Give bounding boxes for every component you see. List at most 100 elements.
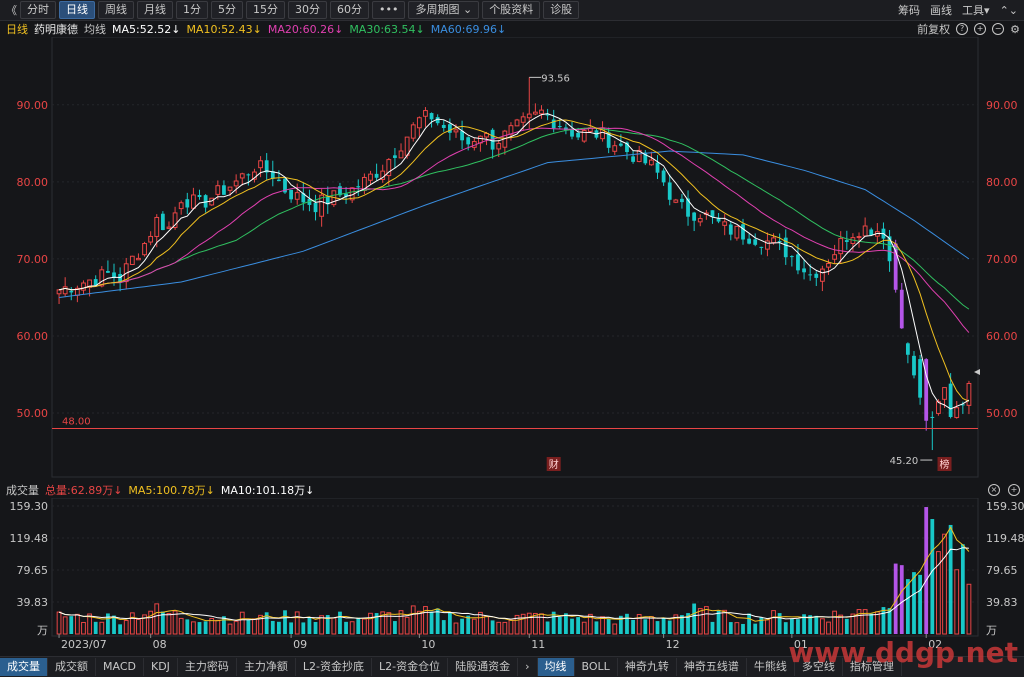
candle-body	[576, 132, 581, 138]
candle-body	[869, 229, 874, 236]
volume-ma5: MA5:100.78万↓	[128, 484, 215, 497]
indicator-tab-13[interactable]: 神奇五线谱	[677, 658, 747, 676]
volume-bar	[460, 618, 464, 634]
period-button-4[interactable]: 1分	[176, 1, 208, 19]
candle-body	[227, 186, 233, 191]
volume-bar	[789, 618, 794, 634]
volume-tick-right: 159.30	[986, 500, 1024, 513]
indicator-tab-10[interactable]: 均线	[537, 658, 575, 676]
indicator-tab-11[interactable]: BOLL	[575, 658, 618, 676]
period-button-3[interactable]: 月线	[137, 1, 173, 19]
volume-ma5-line	[58, 526, 970, 622]
volume-bar	[490, 620, 495, 634]
period-button-8[interactable]: 60分	[330, 1, 369, 19]
toolbar-right-2[interactable]: 工具▾	[962, 2, 990, 18]
volume-bar	[301, 622, 306, 634]
indicator-tab-0[interactable]: 成交量	[0, 658, 48, 676]
ma5-line	[58, 113, 970, 410]
volume-bar	[728, 622, 733, 634]
adjust-button[interactable]: 前复权	[917, 21, 950, 37]
volume-bar	[966, 583, 972, 635]
indicator-tab-8[interactable]: 陆股通资金	[448, 658, 519, 676]
candle-body	[313, 202, 318, 213]
period-button-0[interactable]: 分时	[20, 1, 56, 19]
indicator-tab-9[interactable]: ›	[518, 658, 538, 676]
financial-report-marker[interactable]: 财	[549, 458, 559, 471]
indicator-tab-12[interactable]: 神奇九转	[618, 658, 677, 676]
period-button-10[interactable]: 多周期图 ⌄	[408, 1, 480, 19]
candle-body	[612, 145, 618, 152]
candle-body	[466, 137, 471, 145]
avg-line-label[interactable]: 均线	[84, 21, 106, 37]
volume-bar	[924, 507, 929, 634]
volume-bar	[545, 621, 550, 634]
chart-frame	[51, 37, 979, 478]
period-button-9[interactable]: •••	[372, 1, 406, 19]
indicator-tab-2[interactable]: MACD	[96, 658, 144, 676]
candlestick-chart[interactable]: 90.00 90.00 80.00 80.00 70.00 70.00 60.00 60.00…	[0, 37, 1024, 482]
candle-body	[526, 113, 532, 119]
x-axis-label: 2023/07	[61, 638, 107, 651]
volume-bar	[777, 613, 782, 634]
indicator-tab-1[interactable]: 成交额	[48, 658, 96, 676]
toolbar-right-3[interactable]: ⌃⌄	[1000, 4, 1018, 17]
volume-bar	[178, 617, 184, 635]
toolbar-right-0[interactable]: 筹码	[898, 2, 920, 18]
volume-bar	[239, 611, 245, 635]
volume-bar	[532, 612, 538, 635]
indicator-tab-7[interactable]: L2-资金仓位	[372, 658, 449, 676]
ranking-marker[interactable]: 榜	[940, 458, 950, 471]
candle-body	[258, 160, 263, 169]
ma20-value: MA20:60.26↓	[267, 22, 344, 36]
indicator-tab-6[interactable]: L2-资金抄底	[296, 658, 373, 676]
candle-body	[759, 246, 764, 248]
current-price-pointer	[974, 369, 980, 375]
close-icon[interactable]: ×	[988, 484, 1000, 496]
period-button-5[interactable]: 5分	[211, 1, 243, 19]
candle-body	[728, 224, 733, 235]
price-tick-right: 70.00	[986, 253, 1018, 266]
period-button-2[interactable]: 周线	[98, 1, 134, 19]
candle-body	[142, 243, 147, 256]
period-button-7[interactable]: 30分	[288, 1, 327, 19]
x-axis-label: 12	[666, 638, 680, 651]
zoom-in-icon[interactable]: +	[974, 23, 987, 35]
indicator-tab-3[interactable]: KDJ	[144, 658, 178, 676]
settings-icon[interactable]: ⚙	[1010, 23, 1020, 36]
volume-bar	[832, 610, 837, 635]
volume-bar	[661, 617, 666, 634]
volume-chart[interactable]: 159.30 159.30 119.48 119.48 79.65 79.65 39.83 3…	[0, 498, 1024, 654]
ma30-line	[58, 127, 970, 310]
price-tick-left: 80.00	[17, 176, 49, 189]
period-button-12[interactable]: 诊股	[543, 1, 580, 19]
volume-bar	[93, 621, 98, 634]
volume-bar	[948, 524, 953, 634]
period-button-11[interactable]: 个股资料	[482, 1, 541, 19]
add-icon[interactable]: +	[1008, 484, 1020, 496]
ma5-value: MA5:52.52↓	[112, 22, 181, 36]
indicator-tab-4[interactable]: 主力密码	[178, 658, 237, 676]
candle-body	[246, 174, 251, 176]
zoom-out-icon[interactable]: −	[992, 23, 1005, 35]
volume-tick-left: 79.65	[17, 564, 49, 577]
toolbar-right-1[interactable]: 画线	[930, 2, 952, 18]
candle-body	[771, 237, 776, 244]
volume-bar	[570, 618, 574, 634]
period-button-1[interactable]: 日线	[59, 1, 95, 19]
volume-bar	[203, 621, 208, 634]
period-button-6[interactable]: 15分	[246, 1, 285, 19]
candle-body	[802, 268, 806, 273]
back-icon[interactable]: 《	[6, 2, 17, 18]
candle-body	[398, 150, 404, 159]
volume-bar	[954, 569, 960, 635]
high-label: 93.56	[541, 73, 570, 84]
volume-bar	[74, 613, 80, 635]
candle-body	[191, 194, 196, 209]
period-label: 日线	[6, 23, 28, 36]
volume-bar	[667, 620, 672, 634]
price-tick-left: 50.00	[17, 407, 49, 420]
candle-body	[215, 185, 221, 195]
help-icon[interactable]: ?	[956, 23, 969, 35]
candle-body	[154, 216, 160, 237]
indicator-tab-5[interactable]: 主力净额	[237, 658, 296, 676]
